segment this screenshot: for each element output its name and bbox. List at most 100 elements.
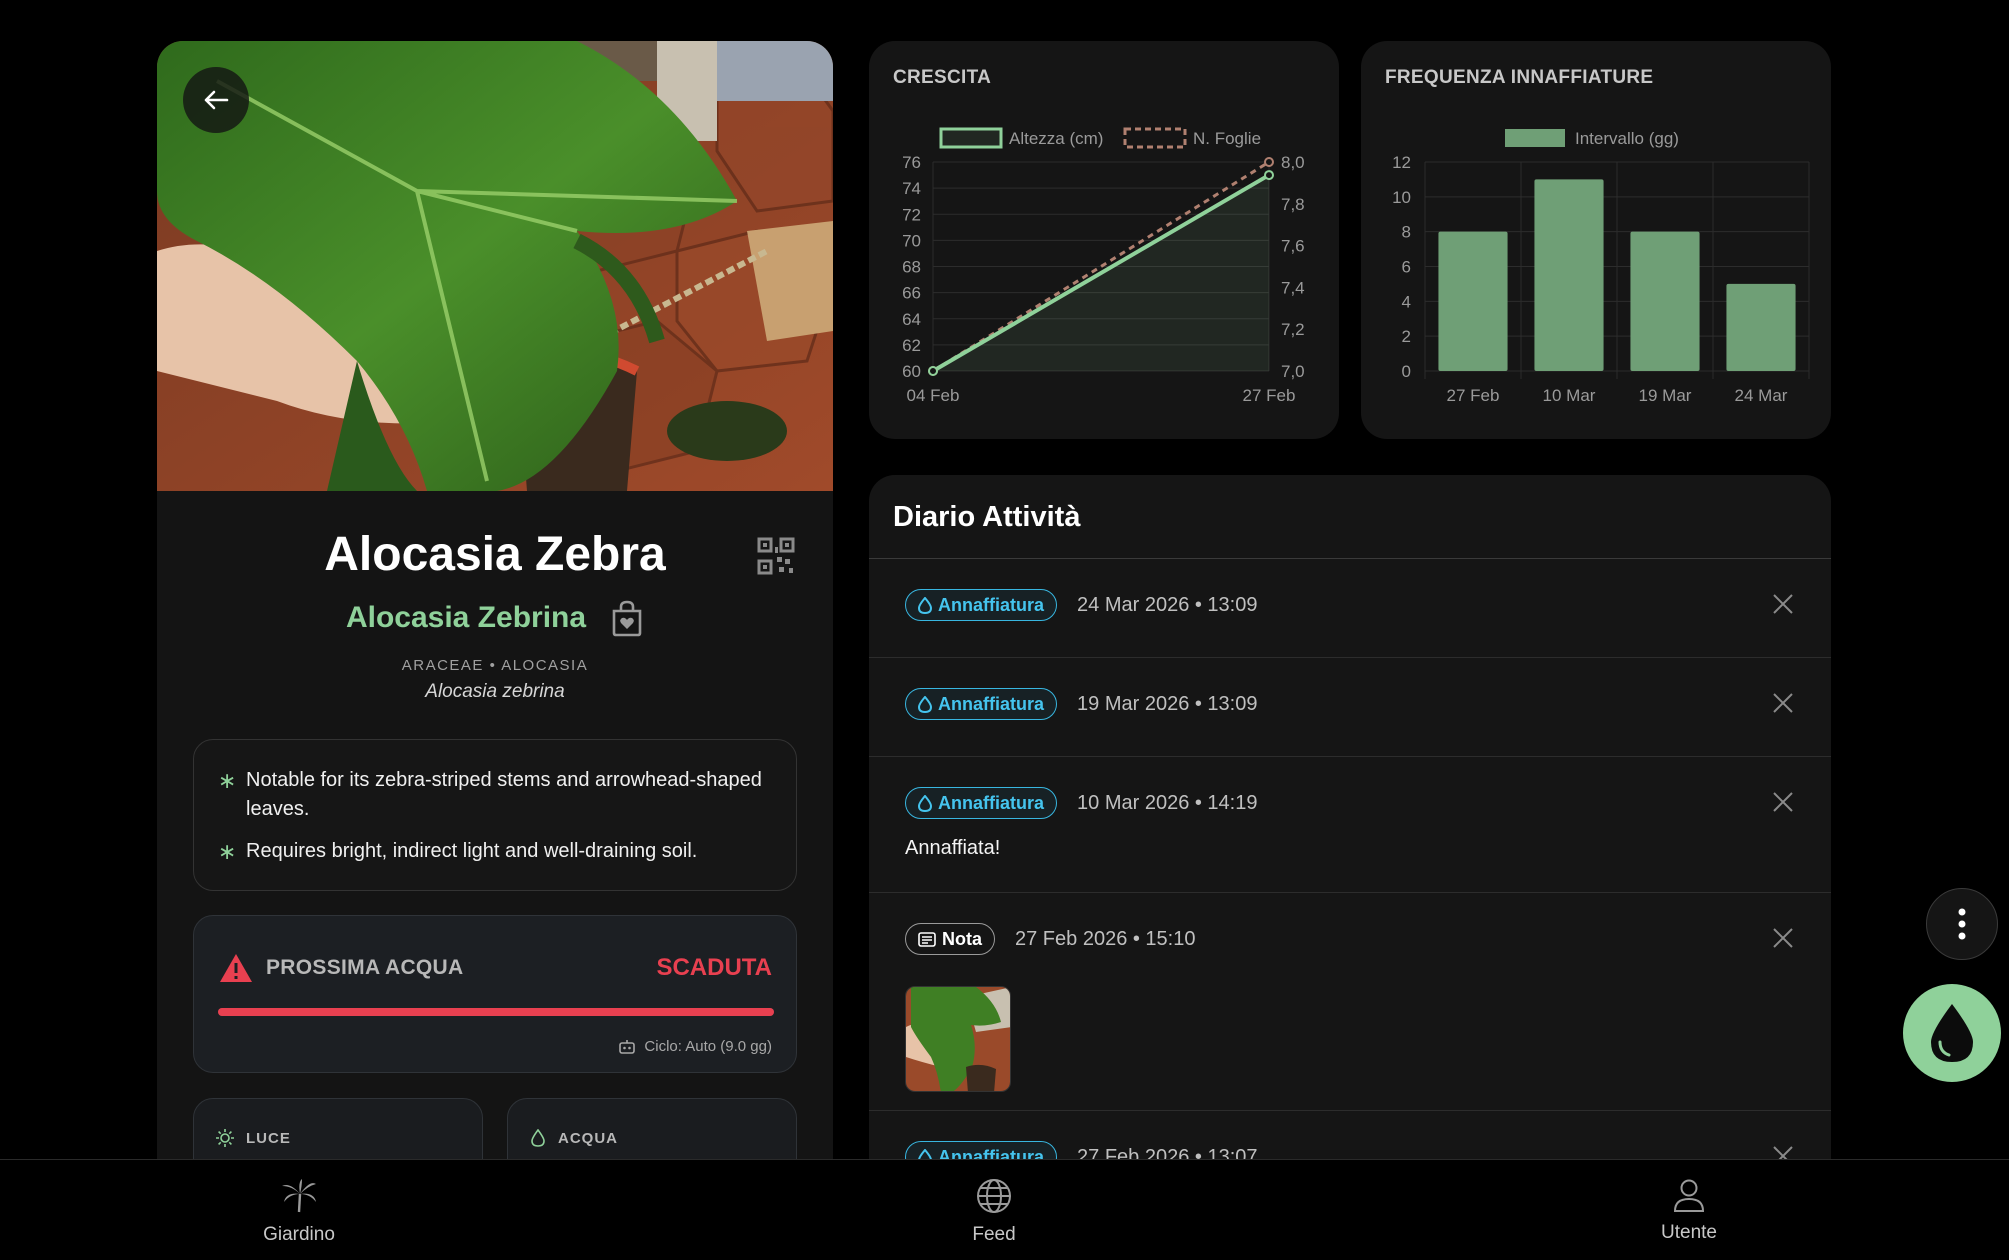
fact-item: ∗ Notable for its zebra-striped stems an… [218, 766, 772, 824]
legend-swatch [939, 127, 1003, 149]
diary-entry: Nota 27 Feb 2026 • 15:10 [869, 893, 1831, 1111]
watering-badge: Annaffiatura [905, 589, 1058, 621]
y-tick-label: 6 [1402, 258, 1411, 277]
y-tick-label-left: 68 [902, 258, 921, 277]
y-tick-label-left: 76 [902, 153, 921, 172]
y-tick-label-right: 7,4 [1281, 278, 1305, 297]
plant-latin-name: Alocasia zebrina [425, 681, 565, 702]
y-tick-label: 8 [1402, 223, 1411, 242]
plant-species: Alocasia Zebrina [345, 601, 587, 634]
plant-detail-card: Alocasia Zebra Alocasia Zebrina ARACEAE … [157, 41, 833, 1159]
watering-progress-bar [218, 1008, 774, 1016]
palm-plant-icon [282, 1179, 316, 1213]
y-tick-label: 4 [1402, 292, 1411, 311]
note-icon [918, 931, 936, 947]
frequency-chart-card: FREQUENZA INNAFFIATURE 0 2 4 6 8 10 12 27 Feb 10… [1361, 41, 1831, 439]
nav-garden[interactable]: Giardino [199, 1178, 399, 1246]
y-tick-label-left: 62 [902, 336, 921, 355]
x-tick-label: 10 Mar [1543, 386, 1596, 405]
legend-label: Altezza (cm) [1009, 129, 1103, 148]
qr-code-icon[interactable] [757, 537, 795, 575]
nav-garden-label: Giardino [263, 1224, 335, 1245]
frequency-chart: 0 2 4 6 8 10 12 27 Feb 10 Mar 19 Mar 24 Mar Interva… [1392, 129, 1810, 405]
legend-swatch [1505, 129, 1565, 147]
legend-swatch [1123, 127, 1187, 149]
droplet-icon [918, 695, 932, 713]
y-tick-label-left: 64 [902, 310, 921, 329]
data-point [1264, 170, 1274, 181]
y-tick-label-right: 8,0 [1281, 153, 1305, 172]
x-tick-label: 04 Feb [907, 386, 960, 405]
nav-user-label: Utente [1661, 1222, 1717, 1243]
activity-diary: Diario Attività Annaffiatura 24 Mar 2026… [869, 475, 1831, 1160]
plant-name: Alocasia Zebra [324, 528, 666, 581]
x-tick-label: 27 Feb [1447, 386, 1500, 405]
x-tick-label: 27 Feb [1243, 386, 1296, 405]
y-tick-label-left: 60 [902, 362, 921, 381]
bar [1534, 179, 1604, 371]
plant-photo [157, 41, 833, 491]
user-icon [1673, 1179, 1705, 1212]
warning-icon [220, 954, 252, 982]
next-watering-card: PROSSIMA ACQUA SCADUTA Ciclo: Auto (9.0 … [193, 915, 797, 1073]
diary-entry: Annaffiatura 27 Feb 2026 • 13:07 [869, 1111, 1831, 1160]
x-tick-label: 19 Mar [1639, 386, 1692, 405]
plant-species-row: Alocasia Zebrina [157, 599, 833, 637]
diary-title: Diario Attività [893, 501, 1081, 533]
entry-text: Annaffiata! [905, 837, 1001, 859]
fact-item: ∗ Requires bright, indirect light and we… [218, 839, 698, 864]
arrow-left-icon [204, 90, 229, 110]
close-icon[interactable] [1771, 926, 1795, 950]
entry-date: 24 Mar 2026 • 13:09 [1077, 593, 1258, 616]
droplet-icon [1931, 1004, 1973, 1062]
y-tick-label-left: 74 [902, 179, 921, 198]
y-tick-label-right: 7,6 [1281, 237, 1305, 256]
watering-badge: Annaffiatura [905, 1141, 1058, 1160]
growth-chart: 60 62 64 66 68 70 72 74 76 7,0 7,2 7,4 7,6 7,8 8,0 04 F… [902, 127, 1305, 405]
kebab-menu-icon [1958, 908, 1966, 940]
watering-status: SCADUTA [656, 954, 772, 981]
back-button[interactable] [183, 67, 249, 133]
diary-entry: Annaffiatura 24 Mar 2026 • 13:09 [869, 559, 1831, 658]
close-icon[interactable] [1771, 1144, 1795, 1160]
close-icon[interactable] [1771, 790, 1795, 814]
droplet-icon [918, 596, 932, 614]
bottom-navigation: Giardino Feed Utente [0, 1159, 2009, 1260]
nav-feed[interactable]: Feed [894, 1178, 1094, 1246]
y-tick-label: 0 [1402, 362, 1411, 381]
y-tick-label: 10 [1392, 188, 1411, 207]
light-card: LUCE [193, 1098, 483, 1159]
nav-user[interactable]: Utente [1589, 1178, 1789, 1244]
data-point [928, 366, 938, 376]
shopping-bag-icon[interactable] [610, 599, 644, 637]
data-point [1264, 157, 1274, 167]
close-icon[interactable] [1771, 592, 1795, 616]
asterisk-icon: ∗ [218, 768, 237, 793]
water-now-button[interactable] [1903, 984, 2001, 1082]
legend-label: Intervallo (gg) [1575, 129, 1679, 148]
watering-badge: Annaffiatura [905, 787, 1058, 819]
close-icon[interactable] [1771, 691, 1795, 715]
plant-taxonomy: ARACEAE • ALOCASIA [401, 657, 589, 674]
y-tick-label-left: 72 [902, 205, 921, 224]
growth-chart-card: CRESCITA 60 62 64 66 68 70 72 74 76 7,0 7,2 7,4 7,6 7… [869, 41, 1339, 439]
more-options-button[interactable] [1926, 888, 1998, 960]
next-watering-title: PROSSIMA ACQUA [218, 952, 464, 984]
y-tick-label: 12 [1392, 153, 1411, 172]
y-tick-label-right: 7,0 [1281, 362, 1305, 381]
entry-date: 10 Mar 2026 • 14:19 [1077, 791, 1258, 814]
note-photo-thumbnail[interactable] [905, 986, 1011, 1092]
sun-icon [216, 1129, 234, 1147]
entry-date: 19 Mar 2026 • 13:09 [1077, 692, 1258, 715]
note-badge: Nota [905, 923, 995, 955]
y-tick-label-right: 7,8 [1281, 195, 1305, 214]
y-tick-label: 2 [1402, 327, 1411, 346]
droplet-icon [918, 794, 932, 812]
water-card-mini: ACQUA [507, 1098, 797, 1159]
bar [1630, 231, 1700, 371]
nav-feed-label: Feed [972, 1224, 1016, 1245]
bar [1726, 283, 1796, 371]
asterisk-icon: ∗ [218, 839, 237, 864]
entry-date: 27 Feb 2026 • 13:07 [1077, 1145, 1258, 1161]
watering-badge: Annaffiatura [905, 688, 1058, 720]
